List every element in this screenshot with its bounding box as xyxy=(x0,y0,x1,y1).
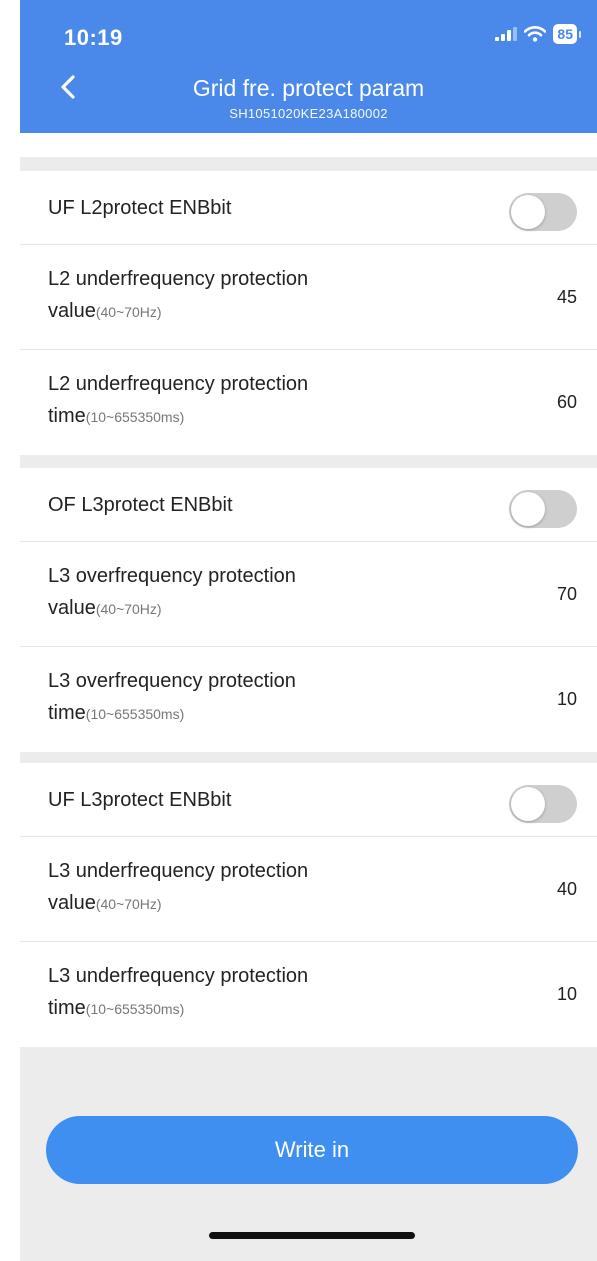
param-label-suffix: value(40~70Hz) xyxy=(48,300,162,323)
param-range: (10~655350ms) xyxy=(85,1001,185,1017)
param-label: L3 overfrequency protection xyxy=(48,565,296,587)
section-uf-l2: UF L2protect ENBbit L2 underfrequency pr… xyxy=(20,171,597,455)
write-in-button[interactable]: Write in xyxy=(46,1116,578,1184)
toggle-label: UF L2protect ENBbit xyxy=(48,197,232,219)
param-label-suffix: time(10~655350ms) xyxy=(48,405,184,428)
param-label: L2 underfrequency protection xyxy=(48,373,309,395)
nav-header: 10:19 85 Grid fre. protect param SH10510… xyxy=(20,0,597,133)
enable-toggle[interactable] xyxy=(509,193,577,231)
param-label: L3 overfrequency protection xyxy=(48,670,296,692)
param-label-suffix: value(40~70Hz) xyxy=(48,892,162,915)
toggle-row: UF L2protect ENBbit xyxy=(20,171,597,245)
signal-icon xyxy=(495,27,518,41)
param-value[interactable]: 70 xyxy=(557,584,577,605)
param-range: (10~655350ms) xyxy=(85,706,185,722)
param-value[interactable]: 45 xyxy=(557,287,577,308)
status-icons: 85 xyxy=(495,24,581,44)
param-row[interactable]: L3 underfrequency protection value(40~70… xyxy=(20,837,597,942)
enable-toggle[interactable] xyxy=(509,490,577,528)
param-range: (40~70Hz) xyxy=(95,304,162,320)
param-value[interactable]: 60 xyxy=(557,392,577,413)
toggle-row: OF L3protect ENBbit xyxy=(20,468,597,542)
enable-toggle[interactable] xyxy=(509,785,577,823)
param-row[interactable]: L2 underfrequency protection value(40~70… xyxy=(20,245,597,350)
param-range: (40~70Hz) xyxy=(95,601,162,617)
param-kind: time xyxy=(48,997,86,1019)
toggle-knob xyxy=(511,787,545,821)
param-label: L3 underfrequency protection xyxy=(48,965,309,987)
toggle-knob xyxy=(511,195,545,229)
param-row[interactable]: L3 underfrequency protection time(10~655… xyxy=(20,942,597,1047)
param-row[interactable]: L2 underfrequency protection time(10~655… xyxy=(20,350,597,455)
param-value[interactable]: 10 xyxy=(557,689,577,710)
param-row[interactable]: L3 overfrequency protection value(40~70H… xyxy=(20,542,597,647)
toggle-label: OF L3protect ENBbit xyxy=(48,494,233,516)
scrolled-row-remnant xyxy=(20,133,597,157)
wifi-icon xyxy=(524,26,547,42)
param-range: (40~70Hz) xyxy=(95,896,162,912)
param-label: L2 underfrequency protection xyxy=(48,268,309,290)
param-value[interactable]: 40 xyxy=(557,879,577,900)
toggle-label: UF L3protect ENBbit xyxy=(48,789,232,811)
battery-indicator: 85 xyxy=(553,24,581,44)
param-range: (10~655350ms) xyxy=(85,409,185,425)
param-kind: value xyxy=(48,300,96,322)
status-time: 10:19 xyxy=(64,25,123,50)
device-serial: SH1051020KE23A180002 xyxy=(229,106,388,121)
param-kind: time xyxy=(48,702,86,724)
param-label-suffix: time(10~655350ms) xyxy=(48,997,184,1020)
param-label: L3 underfrequency protection xyxy=(48,860,309,882)
param-kind: value xyxy=(48,892,96,914)
param-value[interactable]: 10 xyxy=(557,984,577,1005)
app-screen: 10:19 85 Grid fre. protect param SH10510… xyxy=(20,0,597,1261)
section-uf-l3: UF L3protect ENBbit L3 underfrequency pr… xyxy=(20,763,597,1047)
param-kind: time xyxy=(48,405,86,427)
section-of-l3: OF L3protect ENBbit L3 overfrequency pro… xyxy=(20,468,597,752)
toggle-row: UF L3protect ENBbit xyxy=(20,763,597,837)
param-label-suffix: value(40~70Hz) xyxy=(48,597,162,620)
param-label-suffix: time(10~655350ms) xyxy=(48,702,184,725)
home-indicator[interactable] xyxy=(209,1232,415,1239)
param-row[interactable]: L3 overfrequency protection time(10~6553… xyxy=(20,647,597,752)
page-title: Grid fre. protect param xyxy=(192,75,425,101)
toggle-knob xyxy=(511,492,545,526)
param-kind: value xyxy=(48,597,96,619)
